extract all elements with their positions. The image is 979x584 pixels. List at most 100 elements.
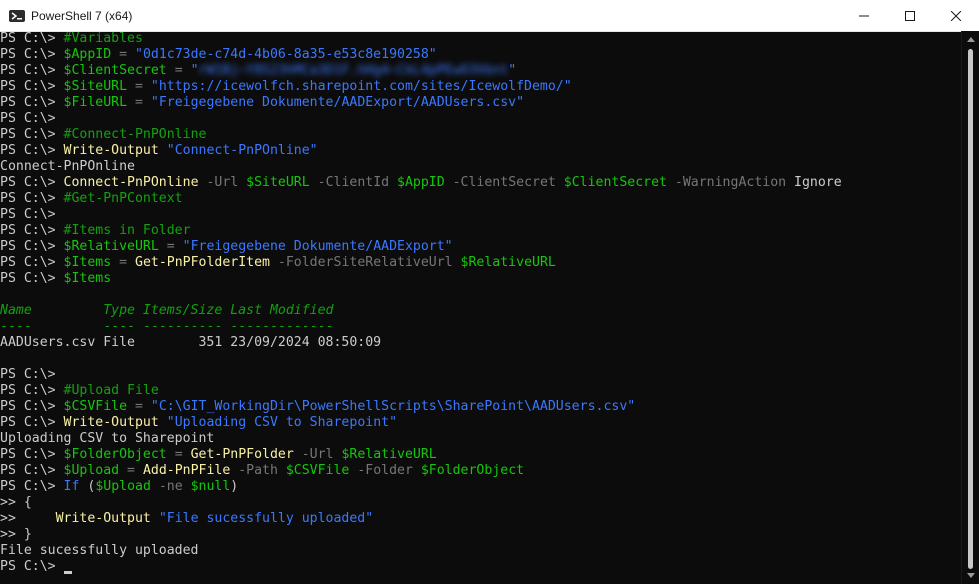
- console-token: [151, 511, 159, 526]
- console-line: File sucessfully uploaded: [0, 543, 962, 559]
- console-token: PS C:\>: [0, 255, 64, 270]
- console-token: PS C:\>: [0, 191, 64, 206]
- console-line: PS C:\> $FolderObject = Get-PnPFolder -U…: [0, 447, 962, 463]
- console-token: PS C:\>: [0, 207, 56, 222]
- console-token: =: [119, 463, 143, 478]
- text-cursor: [63, 571, 72, 574]
- console-line: PS C:\> $FileURL = "Freigegebene Dokumen…: [0, 95, 962, 111]
- console-token: =: [166, 447, 191, 462]
- console-token: Get-PnPFolderItem: [135, 255, 270, 270]
- console-token: $CSVFile: [63, 399, 128, 414]
- console-token: =: [127, 79, 151, 94]
- console-token: PS C:\>: [0, 111, 56, 126]
- console-output[interactable]: PS C:\> #Variables PS C:\> $AppID = "0d1c…: [0, 31, 962, 584]
- window-controls: [841, 0, 979, 31]
- minimize-button[interactable]: [841, 0, 887, 31]
- console-token: Name Type Items/Size Last Modified: [0, 303, 334, 318]
- console-token: =: [111, 255, 135, 270]
- console-line: PS C:\>: [0, 207, 962, 223]
- console-token: PS C:\>: [0, 127, 64, 142]
- vertical-scrollbar[interactable]: [961, 31, 979, 584]
- console-line: PS C:\> $ClientSecret = "rW1Bj~Y8S23hMCa…: [0, 63, 962, 79]
- close-button[interactable]: [933, 0, 979, 31]
- maximize-button[interactable]: [887, 0, 933, 31]
- console-token: #Get-PnPContext: [63, 191, 183, 206]
- console-line: PS C:\> $Items = Get-PnPFolderItem -Fold…: [0, 255, 962, 271]
- minimize-icon: [859, 15, 869, 16]
- console-token: $AppID: [397, 175, 445, 190]
- console-token: PS C:\>: [0, 271, 64, 286]
- console-token: $RelativeURL: [63, 239, 159, 254]
- console-token: PS C:\>: [0, 47, 64, 62]
- console-line: PS C:\> #Get-PnPContext: [0, 191, 962, 207]
- console-token: -ClientSecret: [444, 175, 564, 190]
- console-token: =: [166, 63, 191, 78]
- console-line: >> Write-Output "File sucessfully upload…: [0, 511, 962, 527]
- console-line: PS C:\> Connect-PnPOnline -Url $SiteURL …: [0, 175, 962, 191]
- console-token: Get-PnPFolder: [190, 447, 294, 462]
- console-token: PS C:\>: [0, 559, 64, 574]
- console-line: ---- ---- ---------- -------------: [0, 319, 962, 335]
- console-token: $SiteURL: [63, 79, 128, 94]
- console-token: $ClientSecret: [563, 175, 667, 190]
- console-token: [159, 143, 167, 158]
- console-token: PS C:\>: [0, 95, 64, 110]
- console-token: (: [79, 479, 96, 494]
- console-token: "0d1c73de-c74d-4b06-8a35-e53c8e190258": [135, 47, 437, 62]
- console-token: -WarningAction: [666, 175, 795, 190]
- close-icon: [951, 10, 961, 21]
- console-token: $RelativeURL: [460, 255, 556, 270]
- console-token: #Connect-PnPOnline: [63, 127, 207, 142]
- console-token: -FolderSiteRelativeUrl: [269, 255, 461, 270]
- console-line: PS C:\> $Items: [0, 271, 962, 287]
- console-line: Uploading CSV to Sharepoint: [0, 431, 962, 447]
- console-token: File sucessfully uploaded: [0, 543, 199, 558]
- console-line: PS C:\> $Upload = Add-PnPFile -Path $CSV…: [0, 463, 962, 479]
- console-line: PS C:\> Write-Output "Connect-PnPOnline": [0, 143, 962, 159]
- console-token: "Connect-PnPOnline": [166, 143, 318, 158]
- scroll-up-icon[interactable]: [967, 37, 975, 42]
- console-token: $SiteURL: [246, 175, 310, 190]
- console-line: PS C:\> $AppID = "0d1c73de-c74d-4b06-8a3…: [0, 47, 962, 63]
- console-token: =: [111, 47, 135, 62]
- console-token: $RelativeURL: [341, 447, 437, 462]
- console-token: Add-PnPFile: [142, 463, 231, 478]
- console-token: >> }: [0, 527, 32, 542]
- console-token: "Freigegebene Dokumente/AADExport": [182, 239, 453, 254]
- console-token: -Path: [230, 463, 286, 478]
- console-token: "https://icewolfch.sharepoint.com/sites/…: [150, 79, 572, 94]
- console-token: PS C:\>: [0, 399, 64, 414]
- console-token: ): [230, 479, 239, 494]
- console-token: $null: [190, 479, 231, 494]
- console-token: "Freigegebene Dokumente/AADExport/AADUse…: [150, 95, 525, 110]
- console-line: Name Type Items/Size Last Modified: [0, 303, 962, 319]
- console-token: ": [508, 63, 517, 78]
- console-token: #Variables: [63, 31, 143, 46]
- powershell-icon: [9, 8, 25, 24]
- console-token: >> {: [0, 495, 32, 510]
- console-token: rW1Bj~Y8S23hMCa3D1F.hHg4~CkL4pPEwO3Vbnt: [198, 63, 509, 78]
- console-line: PS C:\> $RelativeURL = "Freigegebene Dok…: [0, 239, 962, 255]
- console-token: $Items: [63, 255, 112, 270]
- console-token: AADUsers.csv File 351 23/09/2024 08:50:0…: [0, 335, 382, 350]
- console-token: PS C:\>: [0, 143, 64, 158]
- console-token: $FolderObject: [420, 463, 525, 478]
- console-token: PS C:\>: [0, 223, 64, 238]
- console-token: -ne: [150, 479, 191, 494]
- console-line: PS C:\>: [0, 111, 962, 127]
- console-token: PS C:\>: [0, 31, 64, 46]
- console-token: $AppID: [63, 47, 112, 62]
- console-token: Uploading CSV to Sharepoint: [0, 431, 215, 446]
- console-token: #Items in Folder: [63, 223, 191, 238]
- console-line: PS C:\> $CSVFile = "C:\GIT_WorkingDir\Po…: [0, 399, 962, 415]
- console-token: PS C:\>: [0, 367, 56, 382]
- console-line: PS C:\>: [0, 367, 962, 383]
- scrollbar-thumb[interactable]: [968, 49, 973, 569]
- console-token: ": [190, 63, 199, 78]
- console-token: Write-Output: [55, 511, 151, 526]
- title-bar[interactable]: PowerShell 7 (x64): [0, 0, 979, 32]
- scroll-down-icon[interactable]: [967, 573, 975, 578]
- maximize-icon: [905, 10, 915, 21]
